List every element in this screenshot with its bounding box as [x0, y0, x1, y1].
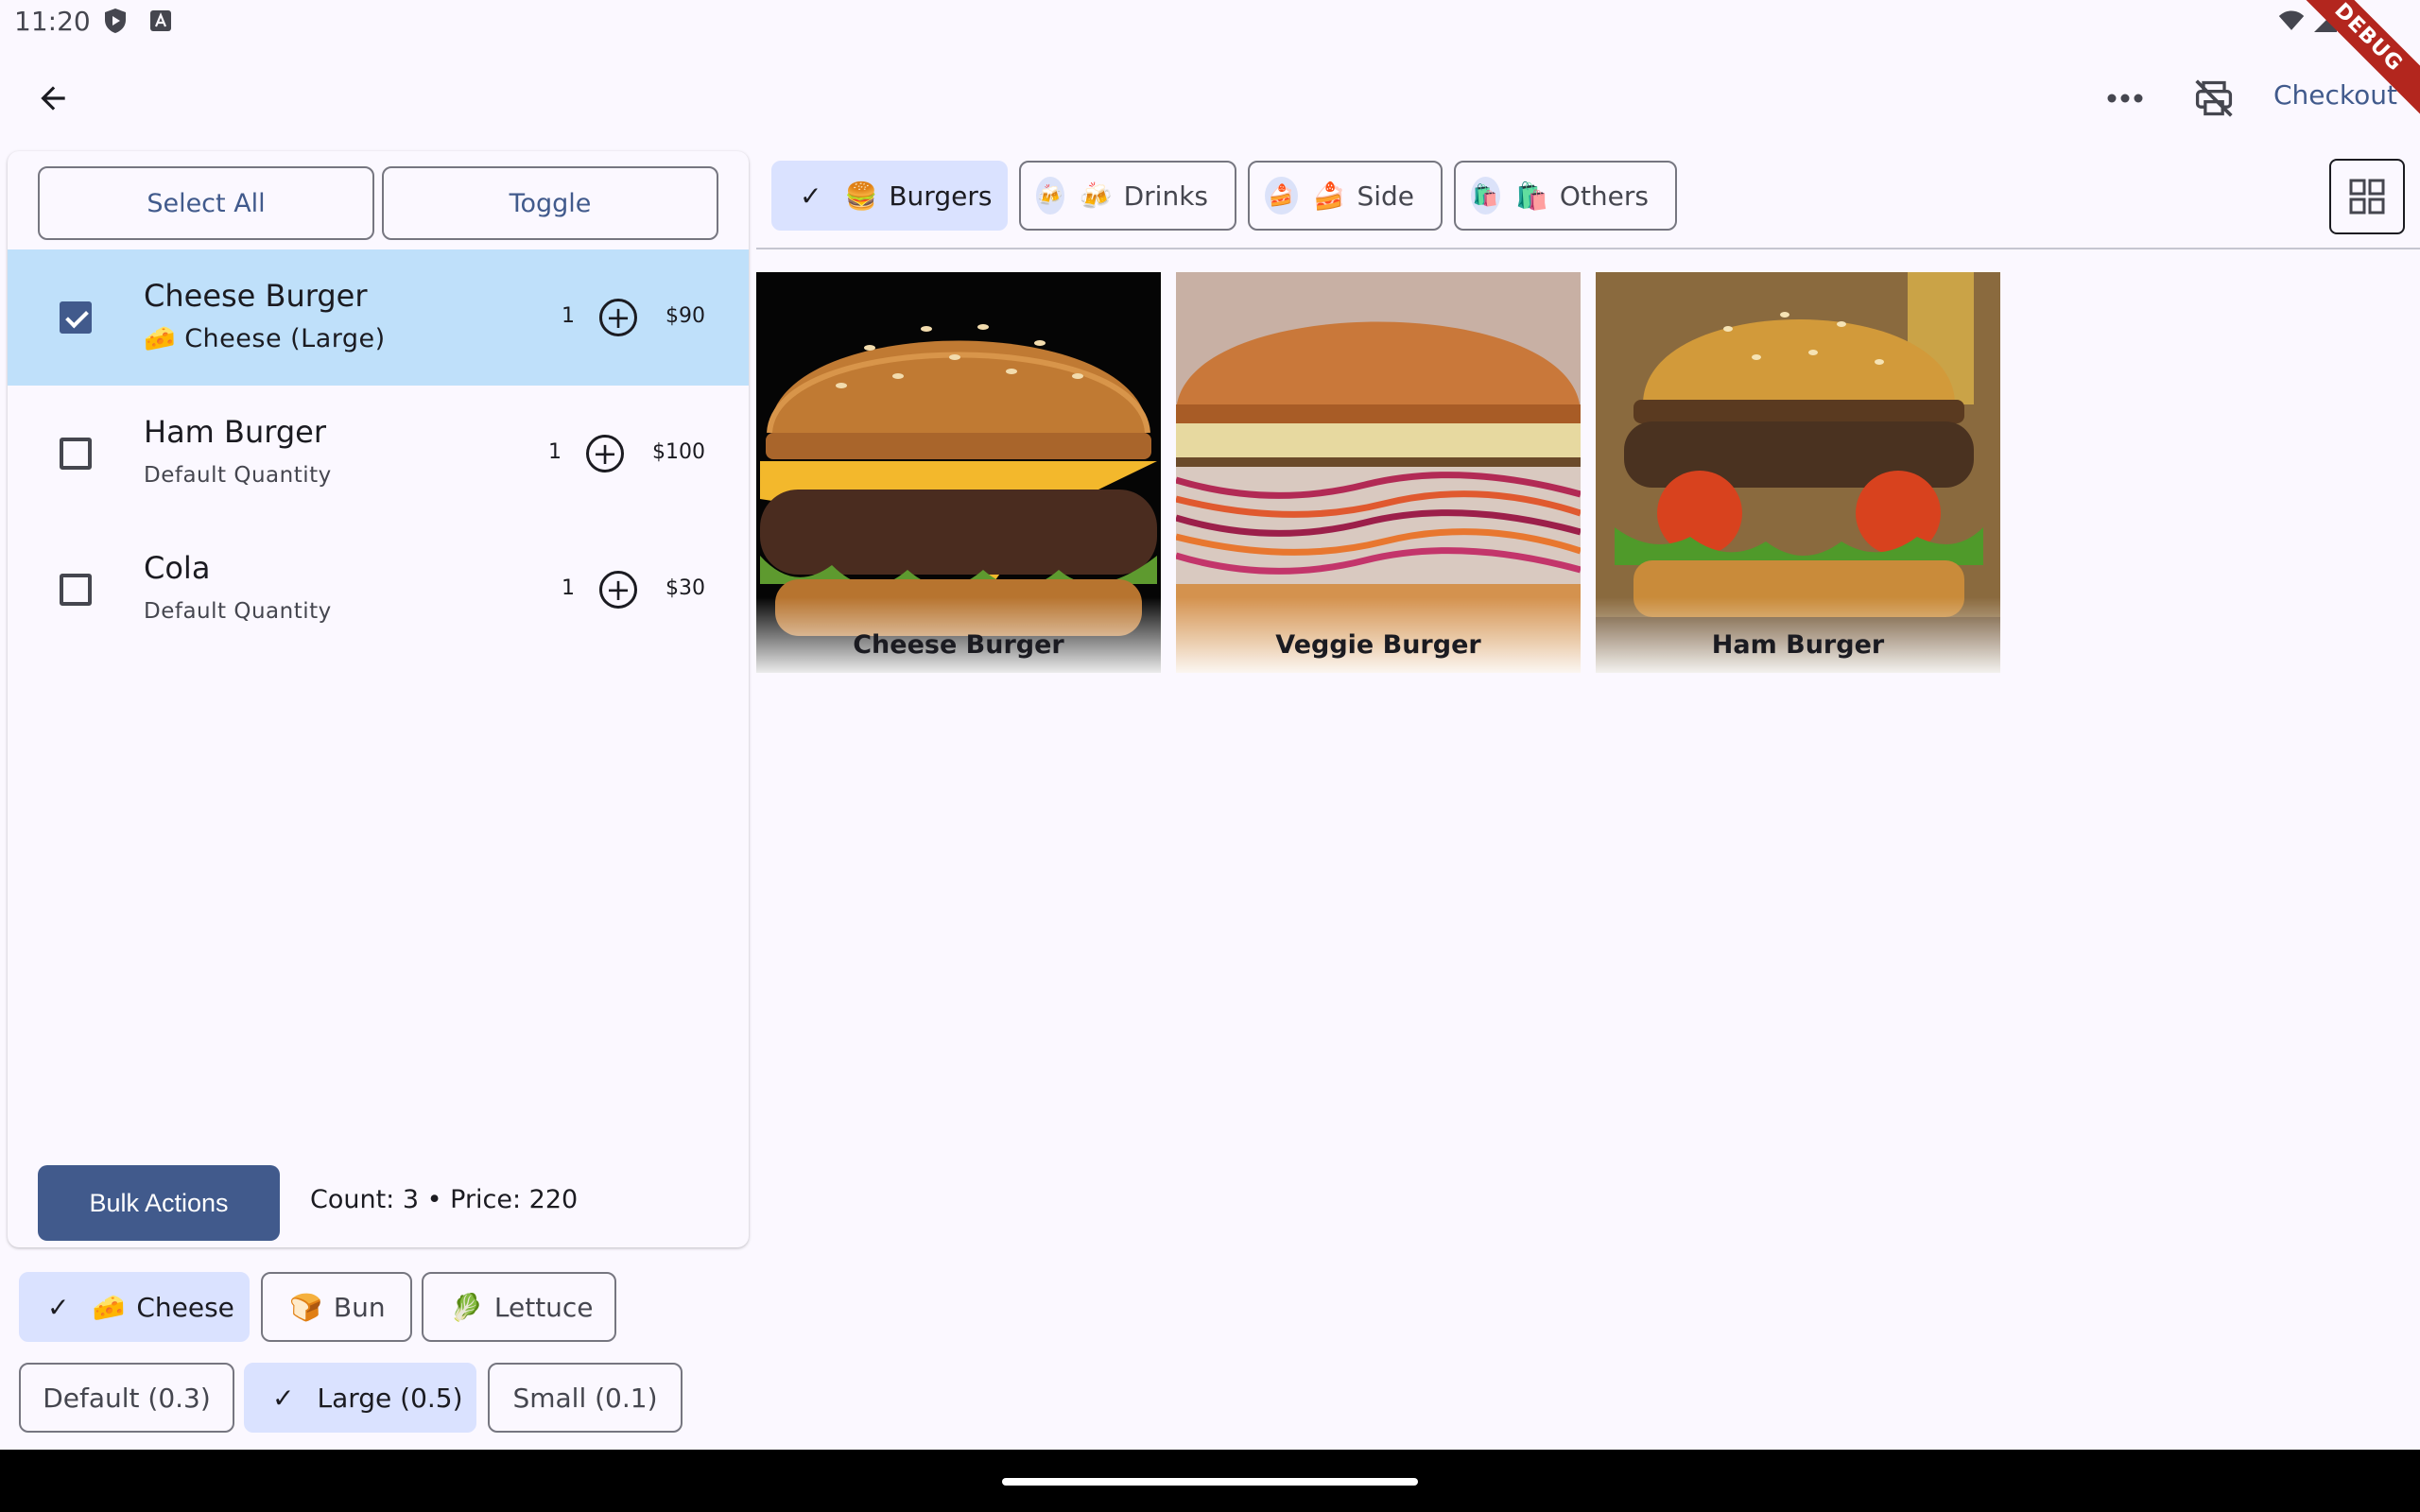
item-checkbox[interactable]: [60, 301, 92, 334]
chip-label: Default (0.3): [43, 1382, 211, 1414]
item-detail: Default Quantity: [144, 463, 332, 488]
order-item-cheese-burger[interactable]: Cheese Burger 🧀 Cheese (Large) 1 + $90: [8, 249, 749, 386]
item-name: Cola: [144, 550, 211, 586]
item-checkbox[interactable]: [60, 574, 92, 606]
print-disabled-icon: [2195, 79, 2233, 117]
product-name: Veggie Burger: [1275, 630, 1481, 660]
drinks-avatar-icon: 🍻: [1036, 177, 1064, 215]
product-tile-cheese-burger[interactable]: Cheese Burger: [756, 272, 1161, 673]
chip-label: Cheese: [136, 1291, 234, 1323]
add-circle-icon[interactable]: +: [586, 435, 624, 472]
chip-label: Bun: [333, 1291, 386, 1323]
tab-category-drinks[interactable]: 🍻 🍻 Drinks: [1019, 161, 1236, 231]
product-name: Cheese Burger: [853, 630, 1064, 660]
chip-label: Side: [1357, 180, 1414, 212]
check-icon: ✓: [272, 1382, 295, 1414]
item-name: Ham Burger: [144, 414, 326, 450]
check-icon: ✓: [800, 180, 822, 212]
order-item-cola[interactable]: Cola Default Quantity 1 + $30: [8, 522, 749, 658]
back-button[interactable]: [28, 74, 78, 123]
select-all-button[interactable]: Select All: [38, 166, 374, 240]
burger-icon: 🍔: [844, 180, 878, 212]
chip-label: Drinks: [1123, 180, 1208, 212]
add-circle-icon[interactable]: +: [599, 299, 637, 336]
arrow-back-icon: [41, 86, 65, 111]
side-avatar-icon: 🍰: [1265, 177, 1298, 215]
lettuce-icon: 🥬: [450, 1291, 483, 1323]
shield-play-icon: [102, 8, 129, 34]
grid-view-button[interactable]: [2329, 159, 2405, 234]
item-price: $100: [652, 440, 705, 464]
status-time: 11:20: [14, 6, 91, 37]
check-icon: ✓: [47, 1291, 70, 1323]
chip-label: Large (0.5): [317, 1382, 463, 1414]
order-panel: Select All Toggle Cheese Burger 🧀 Cheese…: [8, 151, 749, 1247]
cheese-icon: 🧀: [92, 1291, 126, 1323]
item-quantity: 1: [562, 304, 575, 328]
checkout-button[interactable]: Checkout: [2273, 79, 2397, 111]
item-detail: Default Quantity: [144, 599, 332, 624]
chip-label: Others: [1559, 180, 1649, 212]
home-gesture-handle[interactable]: [1002, 1478, 1418, 1486]
item-checkbox[interactable]: [60, 438, 92, 470]
item-price: $90: [666, 304, 705, 328]
chip-ingredient-cheese[interactable]: ✓ 🧀 Cheese: [19, 1272, 250, 1342]
item-price: $30: [666, 576, 705, 600]
item-quantity: 1: [548, 440, 562, 464]
chip-ingredient-bun[interactable]: 🍞 Bun: [261, 1272, 412, 1342]
more-options-button[interactable]: [2099, 76, 2152, 121]
beer-icon: 🍻: [1079, 180, 1113, 212]
chip-label: Burgers: [889, 180, 993, 212]
bread-icon: 🍞: [289, 1291, 322, 1323]
debug-banner: DEBUG: [2288, 0, 2420, 132]
tab-category-burgers[interactable]: ✓ 🍔 Burgers: [771, 161, 1008, 231]
keyboard-a-icon: [147, 8, 174, 34]
print-disabled-button[interactable]: [2189, 74, 2238, 123]
shopping-bag-icon: 🛍️: [1515, 180, 1548, 212]
chip-quantity-default[interactable]: Default (0.3): [19, 1363, 234, 1433]
more-horiz-icon: [2107, 94, 2143, 103]
chip-quantity-large[interactable]: ✓ Large (0.5): [244, 1363, 476, 1433]
chip-quantity-small[interactable]: Small (0.1): [488, 1363, 683, 1433]
tab-category-others[interactable]: 🛍️ 🛍️ Others: [1454, 161, 1677, 231]
chip-ingredient-lettuce[interactable]: 🥬 Lettuce: [422, 1272, 616, 1342]
tab-category-side[interactable]: 🍰 🍰 Side: [1248, 161, 1443, 231]
item-name: Cheese Burger: [144, 278, 368, 314]
category-divider: [756, 248, 2420, 249]
order-summary: Count: 3 • Price: 220: [310, 1185, 579, 1214]
product-tile-ham-burger[interactable]: Ham Burger: [1596, 272, 2000, 673]
add-circle-icon[interactable]: +: [599, 571, 637, 609]
toggle-button[interactable]: Toggle: [382, 166, 718, 240]
cake-icon: 🍰: [1312, 180, 1346, 212]
item-detail: 🧀 Cheese (Large): [144, 324, 386, 353]
product-name: Ham Burger: [1711, 630, 1885, 660]
grid-view-icon: [2349, 179, 2385, 215]
product-tile-veggie-burger[interactable]: Veggie Burger: [1176, 272, 1581, 673]
chip-label: Lettuce: [493, 1291, 594, 1323]
others-avatar-icon: 🛍️: [1471, 177, 1501, 215]
order-item-ham-burger[interactable]: Ham Burger Default Quantity 1 + $100: [8, 386, 749, 522]
chip-label: Small (0.1): [512, 1382, 658, 1414]
item-quantity: 1: [562, 576, 575, 600]
bulk-actions-button[interactable]: Bulk Actions: [38, 1165, 280, 1241]
